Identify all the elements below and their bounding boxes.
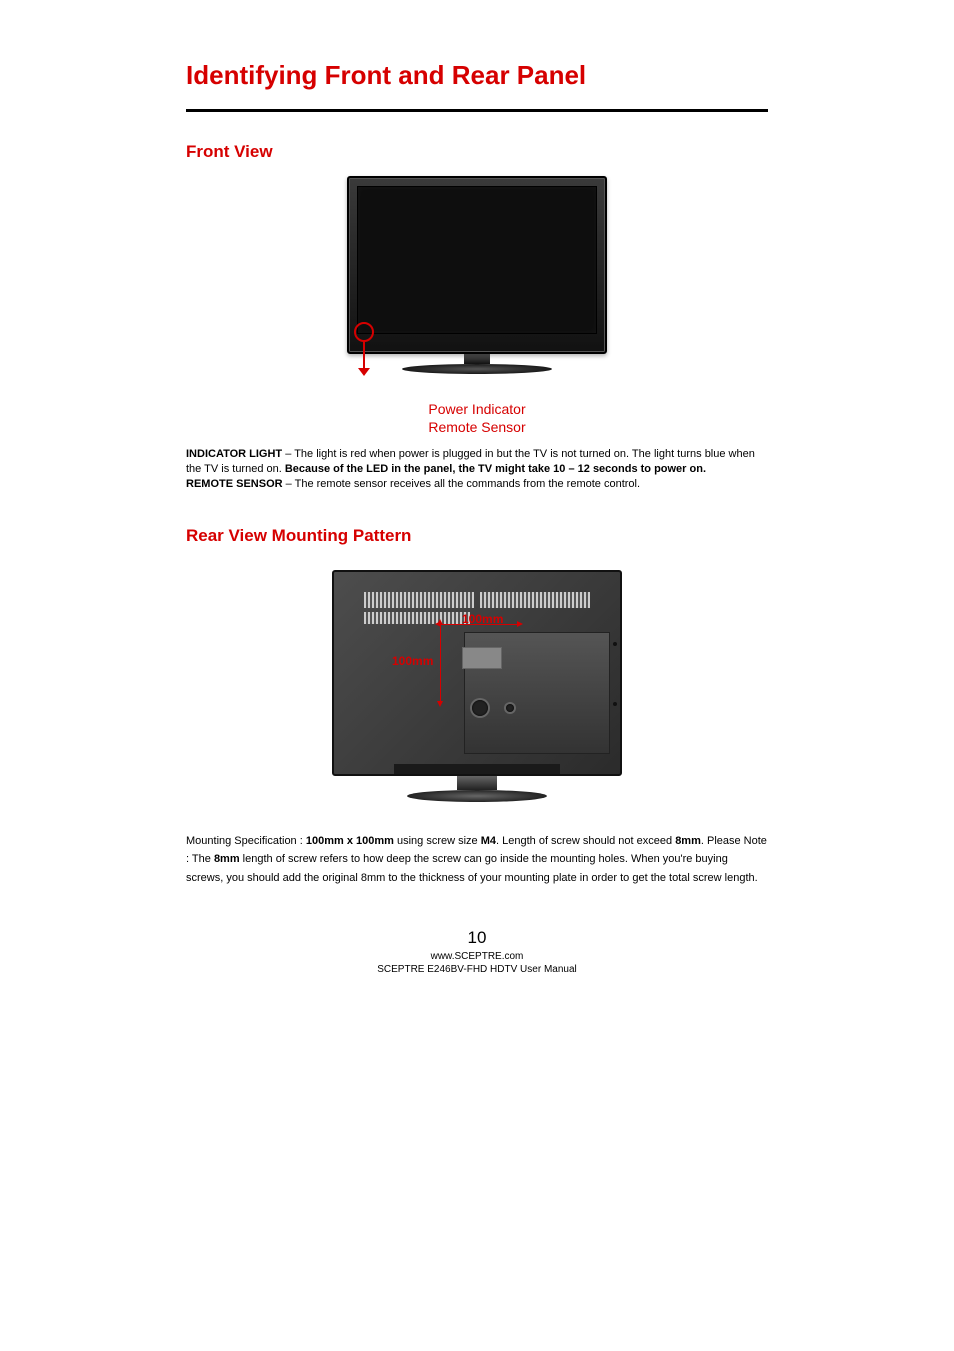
rear-label-plate [462, 647, 502, 669]
spec-mid2: . Length of screw should not exceed [496, 835, 675, 847]
indicator-light-label: INDICATOR LIGHT [186, 448, 282, 460]
vesa-vertical-label: 100mm [392, 654, 433, 668]
rear-view-figure: 100mm 100mm [186, 560, 768, 822]
spec-screw-size: M4 [481, 835, 496, 847]
title-divider [186, 109, 768, 112]
vent-row-top [364, 592, 590, 614]
vesa-horizontal-label: 100mm [462, 612, 503, 626]
section-rear-view-title: Rear View Mounting Pattern [186, 526, 768, 546]
callout-arrow-line [363, 341, 365, 371]
spec-screw-length-1: 8mm [675, 835, 701, 847]
vesa-vertical-dimension-line [440, 624, 441, 702]
tv-rear-body: 100mm 100mm [332, 570, 622, 776]
indicator-description: INDICATOR LIGHT – The light is red when … [186, 447, 768, 492]
vent-group-left [364, 592, 474, 608]
vent-row-bottom [364, 612, 470, 624]
callout-arrow-head [358, 368, 370, 376]
callout-power-indicator: Power Indicator [347, 400, 607, 418]
callout-labels: Power Indicator Remote Sensor [347, 400, 607, 436]
mounting-hole [472, 700, 488, 716]
callout-remote-sensor: Remote Sensor [347, 418, 607, 436]
footer-url: www.SCEPTRE.com [186, 950, 768, 963]
indicator-light-bold: Because of the LED in the panel, the TV … [285, 463, 706, 475]
section-front-view-title: Front View [186, 142, 768, 162]
rear-port-dot [613, 702, 617, 706]
spec-post: length of screw refers to how deep the s… [186, 853, 758, 884]
power-indicator-callout-circle [354, 322, 374, 342]
remote-sensor-label: REMOTE SENSOR [186, 478, 283, 490]
spec-dimensions: 100mm x 100mm [306, 835, 394, 847]
rear-stand-base [407, 790, 547, 802]
vent-group-right [480, 592, 590, 608]
page-number: 10 [186, 928, 768, 948]
tv-front-bezel [347, 176, 607, 354]
front-view-figure: Power Indicator Remote Sensor [186, 176, 768, 437]
tv-stand-base [402, 364, 552, 374]
mounting-specification-text: Mounting Specification : 100mm x 100mm u… [186, 832, 768, 888]
spec-mid1: using screw size [394, 835, 481, 847]
page-title: Identifying Front and Rear Panel [186, 60, 768, 91]
remote-sensor-text: – The remote sensor receives all the com… [283, 478, 640, 490]
mounting-hole [506, 704, 514, 712]
rear-bottom-notch [394, 764, 560, 774]
rear-stand-neck [457, 776, 497, 790]
tv-stand-neck [464, 354, 490, 364]
spec-screw-length-2: 8mm [214, 853, 240, 865]
spec-pre: Mounting Specification : [186, 835, 306, 847]
footer-product: SCEPTRE E246BV-FHD HDTV User Manual [186, 963, 768, 976]
rear-port-dot [613, 642, 617, 646]
tv-screen [357, 186, 597, 334]
page-footer: 10 www.SCEPTRE.com SCEPTRE E246BV-FHD HD… [186, 928, 768, 976]
